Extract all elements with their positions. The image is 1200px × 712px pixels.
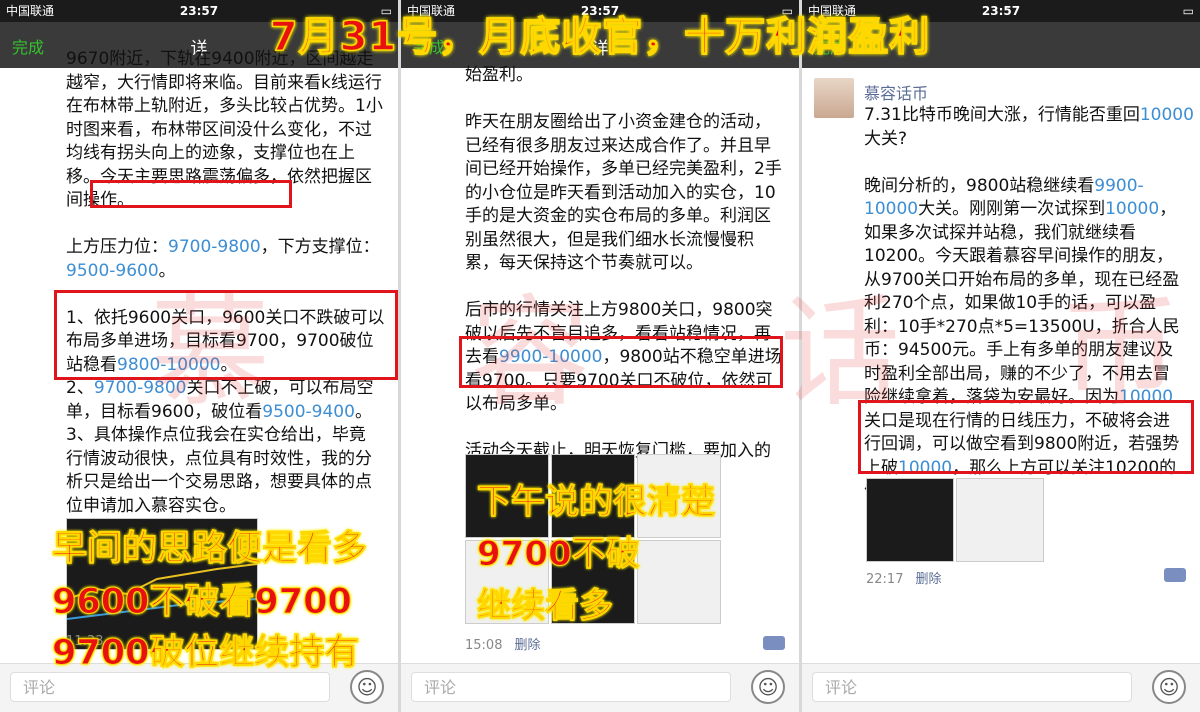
chart-thumbnail[interactable] — [866, 478, 954, 562]
overlay-caption: 下午说的很清楚 — [477, 482, 716, 523]
span: 2、 — [66, 378, 94, 398]
photo-thumbnail[interactable] — [956, 478, 1044, 562]
post-time: 22:17 — [866, 572, 904, 587]
text-line: 的小仓位是昨天看到活动加入的实仓，10 — [465, 182, 776, 203]
text-line: 10000大关。刚刚第一次试探到10000， — [864, 198, 1194, 222]
comment-input[interactable]: 评论 — [812, 672, 1132, 702]
user-name[interactable]: 慕容话币 — [864, 80, 928, 104]
text-line: 越窄，大行情即将来临。目前来看k线运行 — [66, 72, 382, 93]
text-line: 位申请加入慕容实仓。 — [66, 495, 236, 516]
span: 大关。刚刚第一次试探到 — [918, 199, 1106, 219]
screenshot-panel-2: 中国联通 23:57 ▭ 完成 详 始盈利。 昨天在朋友圈给出了小资金建仓的活动… — [401, 0, 799, 712]
emoji-icon[interactable]: ☺ — [1152, 670, 1186, 704]
price-value[interactable]: 10000 — [1105, 199, 1159, 219]
comment-input[interactable]: 评论 — [411, 672, 731, 702]
pressure-value[interactable]: 9700-9800 — [168, 237, 261, 257]
text-line: 已经有很多朋友过来达成合作了。并且早 — [465, 135, 771, 156]
label: 上方压力位： — [66, 237, 168, 257]
text-line: 如果多次试探并站稳，我们就继续看 — [864, 222, 1136, 243]
label: ，下方支撑位： — [260, 237, 380, 257]
avatar[interactable] — [814, 78, 854, 118]
span: 7.31比特币晚间大涨，行情能否重回 — [864, 105, 1140, 125]
text-line: 别虽然很大，但是我们细水长流慢慢积 — [465, 229, 754, 250]
emoji-icon[interactable]: ☺ — [751, 670, 785, 704]
text-line: 手的是大资金的实仓布局的多单。利润区 — [465, 206, 771, 226]
banner-title: 7月31号，月底收官，十万利润盈利 — [269, 13, 931, 61]
more-options-icon[interactable] — [1164, 568, 1186, 582]
text-line: 始盈利。 — [465, 65, 533, 85]
watermark-char: 容 — [470, 284, 590, 423]
overlay-caption: 9600不破看9700 — [52, 582, 353, 623]
overlay-caption: 继续看多 — [477, 586, 614, 627]
post-meta: 15:08 删除 — [465, 634, 540, 653]
range-value[interactable]: 10000 — [864, 199, 918, 219]
support-value[interactable]: 9500-9600 — [66, 261, 159, 281]
text-line: 晚间分析的，9800站稳继续看9900- — [864, 175, 1194, 199]
range-value[interactable]: 9900- — [1094, 176, 1143, 196]
text-line: 时图来看，布林带区间没什么变化，不过 — [66, 119, 372, 140]
text-line: 析只是给出一个交易思路，想要具体的点 — [66, 472, 372, 492]
range-value[interactable]: 9500-9400 — [262, 402, 355, 422]
comment-bar: 评论 ☺ — [802, 663, 1200, 712]
delete-link[interactable]: 删除 — [915, 572, 941, 587]
overlay-caption: 9700破位继续持有 — [51, 633, 360, 674]
text-line: 间已经开始操作，多单已经完美盈利，2手 — [465, 159, 782, 179]
text-line: 昨天在朋友圈给出了小资金建仓的活动， — [465, 112, 771, 132]
text-line: 在布林带上轨附近，多头比较占优势。1小 — [66, 96, 383, 116]
delete-link[interactable]: 删除 — [514, 638, 540, 653]
watermark-char: 币 — [1060, 284, 1180, 423]
text-line: 7.31比特币晚间大涨，行情能否重回10000 — [864, 104, 1194, 128]
highlight-box — [90, 180, 292, 208]
watermark-char: 慕 — [150, 284, 270, 423]
post-time: 15:08 — [465, 638, 503, 653]
comment-input[interactable]: 评论 — [10, 672, 330, 702]
overlay-caption: 早间的思路便是看多 — [51, 529, 368, 570]
photo-thumbnail[interactable] — [637, 540, 721, 624]
more-options-icon[interactable] — [763, 636, 785, 650]
overlay-caption: 9700不破 — [477, 534, 641, 575]
punct: 。 — [354, 401, 372, 422]
span: 晚间分析的，9800站稳继续看 — [864, 175, 1095, 196]
comment-bar: 评论 ☺ — [401, 663, 799, 712]
post-meta: 22:17 删除 — [866, 568, 941, 587]
emoji-icon[interactable]: ☺ — [350, 670, 384, 704]
price-value[interactable]: 10000 — [1140, 105, 1194, 125]
text-line: 行情波动很快，点位具有时效性，我的分 — [66, 448, 372, 469]
punct: ， — [1159, 199, 1177, 219]
text-line: 均线有拐头向上的迹象，支撑位也在上 — [66, 143, 355, 163]
watermark-char: 话 — [780, 284, 900, 423]
text-line: 大关? — [864, 128, 908, 149]
